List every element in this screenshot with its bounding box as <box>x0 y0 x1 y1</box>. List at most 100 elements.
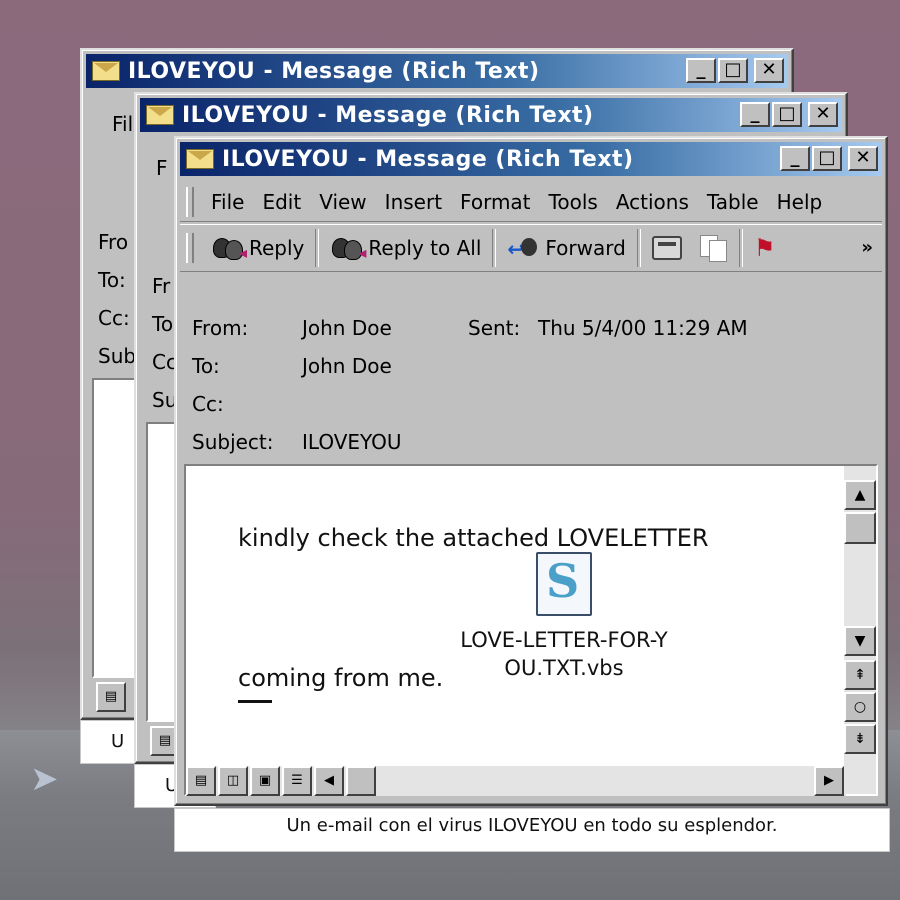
minimize-button[interactable]: _ <box>686 58 716 83</box>
scroll-up-button[interactable]: ▲ <box>844 480 876 510</box>
subject-label-partial: Sub <box>98 344 137 368</box>
reply-all-label: Reply to All <box>368 236 482 260</box>
menu-view[interactable]: View <box>310 190 375 214</box>
toolbar-separator <box>492 229 497 267</box>
from-value[interactable]: John Doe <box>302 316 392 340</box>
bird-decoration-icon: ➤ <box>30 760 59 798</box>
maximize-button[interactable]: □ <box>718 58 748 83</box>
forward-icon: ↩ <box>507 235 541 261</box>
cc-label-partial: Cc: <box>98 306 130 330</box>
forward-button[interactable]: ↩ Forward <box>498 228 634 268</box>
standard-toolbar: ◂ Reply ◂ Reply to All ↩ Forward ⚑ » <box>180 224 882 272</box>
attachment-name[interactable]: LOVE-LETTER-FOR-Y OU.TXT.vbs <box>442 626 686 682</box>
title-bar-buttons: _ □ ✕ <box>780 146 878 171</box>
outline-view-button[interactable]: ☰ <box>282 766 312 796</box>
next-item-button[interactable]: ⇟ <box>844 724 876 754</box>
body-line-2: coming from me. <box>238 664 444 692</box>
menu-format[interactable]: Format <box>451 190 539 214</box>
menu-insert[interactable]: Insert <box>376 190 451 214</box>
scroll-down-button[interactable]: ▼ <box>844 626 876 656</box>
envelope-icon <box>186 149 214 169</box>
script-file-icon[interactable]: S <box>536 552 592 616</box>
message-window-front[interactable]: ILOVEYOU - Message (Rich Text) _ □ ✕ Fil… <box>174 136 888 806</box>
title-bar[interactable]: ILOVEYOU - Message (Rich Text) _ □ ✕ <box>180 142 882 176</box>
normal-view-button[interactable]: ▤ <box>186 766 216 796</box>
subject-value: ILOVEYOU <box>302 430 402 454</box>
scroll-right-button[interactable]: ▶ <box>814 766 844 796</box>
horizontal-scroll-thumb[interactable] <box>346 766 376 796</box>
caption-strip: Un e-mail con el virus ILOVEYOU en todo … <box>174 808 890 852</box>
toolbar-separator <box>636 229 641 267</box>
sent-value: Thu 5/4/00 11:29 AM <box>538 316 748 340</box>
menu-edit[interactable]: Edit <box>253 190 310 214</box>
body-line-1: kindly check the attached LOVELETTER <box>238 524 709 552</box>
text-cursor <box>238 700 272 703</box>
print-button[interactable] <box>643 228 691 268</box>
cc-label: Cc: <box>192 392 224 416</box>
menu-file-partial[interactable]: F <box>156 156 168 180</box>
copy-button[interactable] <box>691 228 737 268</box>
from-label-partial: Fr <box>152 274 171 298</box>
print-layout-view-button[interactable]: ▣ <box>250 766 280 796</box>
window-title: ILOVEYOU - Message (Rich Text) <box>222 146 634 172</box>
copy-icon <box>699 235 728 262</box>
flag-button[interactable]: ⚑ <box>745 228 785 268</box>
menu-bar: File Edit View Insert Format Tools Actio… <box>180 182 882 222</box>
close-button[interactable]: ✕ <box>808 102 838 127</box>
title-bar[interactable]: ILOVEYOU - Message (Rich Text) _ □ ✕ <box>140 98 842 132</box>
menu-file-partial[interactable]: Fil <box>112 112 133 136</box>
maximize-button[interactable]: □ <box>812 146 842 171</box>
subject-label: Subject: <box>192 430 274 454</box>
maximize-button[interactable]: □ <box>772 102 802 127</box>
attachment-name-line-1: LOVE-LETTER-FOR-Y <box>460 628 668 652</box>
window-title: ILOVEYOU - Message (Rich Text) <box>128 58 540 84</box>
reply-button[interactable]: ◂ Reply <box>202 228 313 268</box>
menu-file[interactable]: File <box>202 190 253 214</box>
envelope-icon <box>146 105 174 125</box>
scroll-left-button[interactable]: ◀ <box>314 766 344 796</box>
reply-all-button[interactable]: ◂ Reply to All <box>321 228 490 268</box>
toolbar-more-button[interactable]: » <box>852 228 882 268</box>
envelope-icon <box>92 61 120 81</box>
from-label-partial: Fro <box>98 230 129 254</box>
close-button[interactable]: ✕ <box>848 146 878 171</box>
browse-object-button[interactable]: ○ <box>844 692 876 722</box>
to-label: To: <box>192 354 220 378</box>
web-layout-view-button[interactable]: ◫ <box>218 766 248 796</box>
sent-label: Sent: <box>468 316 521 340</box>
reply-all-icon: ◂ <box>330 235 366 262</box>
to-value[interactable]: John Doe <box>302 354 392 378</box>
toolbar-separator <box>738 229 743 267</box>
title-bar[interactable]: ILOVEYOU - Message (Rich Text) _ □ ✕ <box>86 54 788 88</box>
minimize-button[interactable]: _ <box>780 146 810 171</box>
menu-grip[interactable] <box>186 186 194 217</box>
caption-text: Un e-mail con el virus ILOVEYOU en todo … <box>286 815 778 836</box>
menu-help[interactable]: Help <box>768 190 832 214</box>
menu-tools[interactable]: Tools <box>540 190 607 214</box>
to-label-partial: To <box>152 312 174 336</box>
vertical-scrollbar[interactable]: ▲ ▼ ⇞ ○ ⇟ <box>844 466 876 794</box>
from-label: From: <box>192 316 249 340</box>
flag-icon: ⚑ <box>753 234 776 262</box>
reply-label: Reply <box>249 236 305 260</box>
minimize-button[interactable]: _ <box>740 102 770 127</box>
attachment-name-line-2: OU.TXT.vbs <box>504 656 624 680</box>
menu-actions[interactable]: Actions <box>607 190 698 214</box>
window-title: ILOVEYOU - Message (Rich Text) <box>182 102 594 128</box>
message-body[interactable]: kindly check the attached LOVELETTER S L… <box>184 464 878 796</box>
menu-table[interactable]: Table <box>698 190 768 214</box>
title-bar-buttons: _ □ ✕ <box>686 58 784 83</box>
toolbar-separator <box>315 229 320 267</box>
toolbar-grip[interactable] <box>186 233 194 263</box>
scroll-thumb[interactable] <box>844 512 876 544</box>
title-bar-buttons: _ □ ✕ <box>740 102 838 127</box>
horizontal-scrollbar[interactable]: ▤ ◫ ▣ ☰ ◀ ▶ <box>186 766 846 796</box>
caption-text-back-1: U <box>111 731 125 752</box>
reply-icon: ◂ <box>211 235 247 262</box>
close-button[interactable]: ✕ <box>754 58 784 83</box>
printer-icon <box>651 236 682 260</box>
previous-item-button[interactable]: ⇞ <box>844 660 876 690</box>
more-chevron-icon: » <box>861 237 873 258</box>
forward-label: Forward <box>545 236 626 260</box>
normal-view-button[interactable]: ▤ <box>96 682 126 712</box>
